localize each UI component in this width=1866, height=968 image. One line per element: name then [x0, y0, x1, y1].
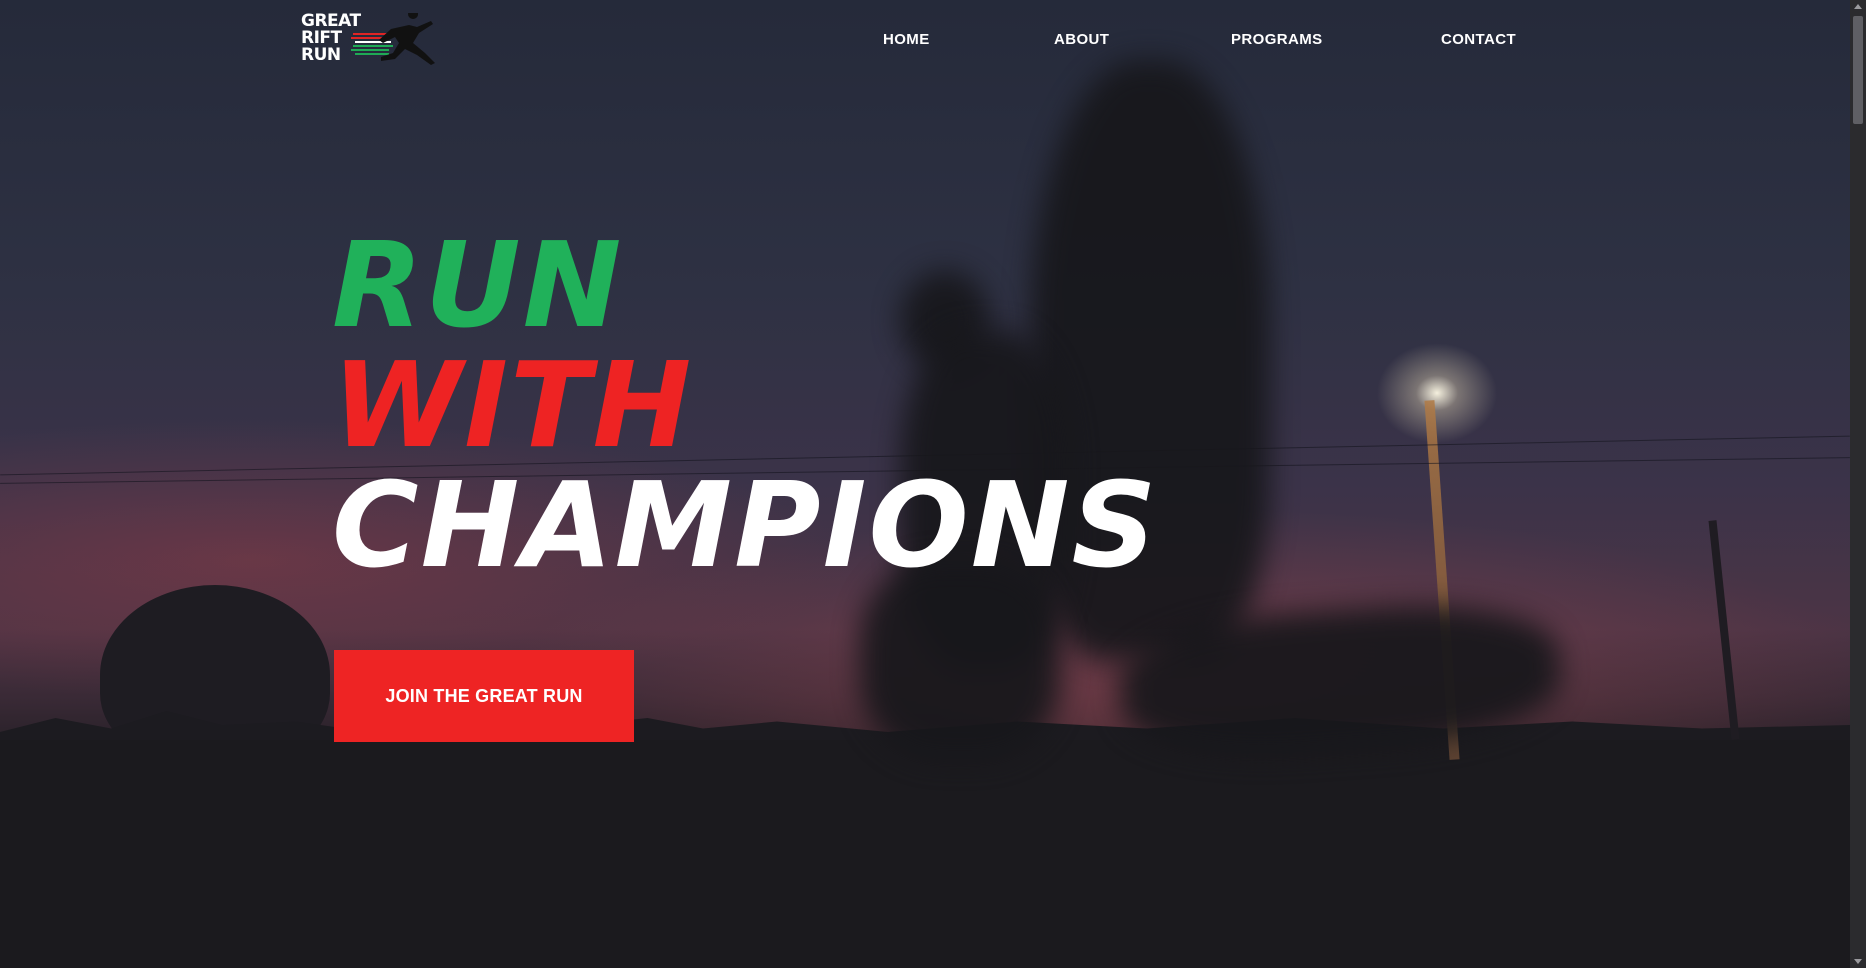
nav-item-about[interactable]: ABOUT [1054, 31, 1109, 48]
join-great-run-button[interactable]: JOIN THE GREAT RUN [334, 650, 634, 742]
runner-logo-icon [351, 13, 435, 65]
scroll-down-arrow-icon[interactable] [1854, 959, 1862, 964]
scrollbar-thumb[interactable] [1853, 16, 1863, 124]
nav-item-home[interactable]: HOME [883, 31, 930, 48]
ground-silhouette [0, 740, 1850, 968]
headline-line-with: WITH [332, 336, 694, 474]
site-logo[interactable]: GREAT RIFT RUN [301, 13, 436, 67]
page-scrollbar[interactable] [1850, 0, 1866, 968]
headline-line-champions: CHAMPIONS [332, 456, 1159, 594]
scroll-up-arrow-icon[interactable] [1854, 4, 1862, 9]
logo-speed-stripe [351, 49, 389, 51]
nav-item-programs[interactable]: PROGRAMS [1231, 31, 1323, 48]
hero-headline: RUN WITH CHAMPIONS [332, 225, 1159, 585]
site-header: GREAT RIFT RUN HOME ABOUT PROGRAMS CONTA… [0, 0, 1850, 80]
viewport: GREAT RIFT RUN HOME ABOUT PROGRAMS CONTA… [0, 0, 1850, 968]
logo-speed-stripe [353, 33, 387, 35]
headline-line-run: RUN [332, 216, 624, 354]
logo-speed-stripe [353, 45, 393, 47]
nav-item-contact[interactable]: CONTACT [1441, 31, 1516, 48]
logo-speed-stripe [355, 53, 389, 55]
